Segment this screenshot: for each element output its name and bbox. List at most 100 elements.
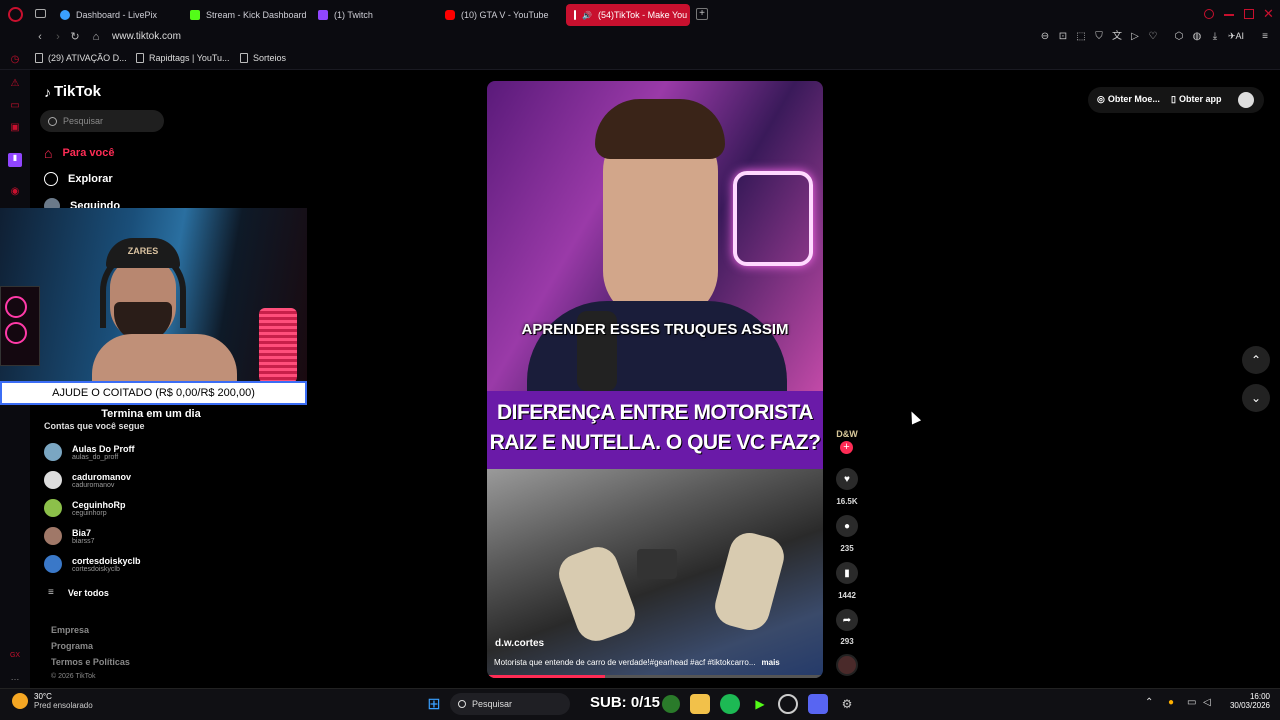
next-video-button[interactable]: ⌄	[1242, 384, 1270, 412]
like-button[interactable]: ♥	[836, 468, 858, 490]
save-button[interactable]: ▮	[836, 562, 858, 584]
footer-company[interactable]: Empresa	[51, 625, 89, 635]
zoom-icon[interactable]: ⊖	[1038, 30, 1052, 44]
comment-button[interactable]: ●	[836, 515, 858, 537]
discord-icon[interactable]	[808, 694, 828, 714]
video-description: Motorista que entende de carro de verdad…	[494, 658, 780, 667]
coin-icon: ◎	[1097, 94, 1105, 104]
forward-icon[interactable]: ›	[51, 30, 65, 44]
bookmark-icon: ▮	[844, 567, 850, 579]
search-tabs-icon[interactable]	[1204, 9, 1214, 19]
extensions-icon[interactable]: ⬡	[1172, 30, 1186, 44]
taskbar-search[interactable]: Pesquisar	[450, 693, 570, 715]
pin-icon[interactable]: ⊡	[1056, 30, 1070, 44]
get-coins-button[interactable]: ◎ Obter Moe...	[1097, 94, 1160, 105]
twitch-icon	[318, 10, 328, 20]
shield-icon[interactable]: ⛉	[1092, 30, 1106, 44]
gx-icon[interactable]: GX	[8, 652, 22, 666]
folder-icon[interactable]	[690, 694, 710, 714]
presenter-hair	[595, 99, 725, 159]
clock[interactable]: 16:00 30/03/2026	[1220, 692, 1270, 710]
footer-program[interactable]: Programa	[51, 641, 93, 651]
get-app-button[interactable]: ▯ Obter app	[1171, 94, 1221, 105]
follow-plus-button[interactable]: +	[840, 441, 853, 454]
wallet-icon[interactable]: ◍	[1190, 30, 1204, 44]
app-icon[interactable]: ▶	[750, 694, 770, 714]
tab-tiktok[interactable]: 🔊 (54)TikTok - Make You	[566, 4, 690, 26]
tab-menu-icon[interactable]	[35, 9, 46, 18]
translate-icon[interactable]: 文	[1110, 30, 1124, 44]
account-item[interactable]: Aulas Do Proff aulas_do_proff	[44, 443, 135, 461]
tab-youtube[interactable]: (10) GTA V - YouTube	[437, 4, 557, 26]
minimize-button[interactable]	[1224, 14, 1234, 16]
opera-gx-icon[interactable]	[778, 694, 798, 714]
account-item[interactable]: CeguinhoRp ceguinhorp	[44, 499, 126, 517]
url-field[interactable]: www.tiktok.com	[112, 31, 181, 42]
bookmark-rapidtags[interactable]: Rapidtags | YouTu...	[136, 53, 230, 63]
account-item[interactable]: Bia7 biarss7	[44, 527, 95, 545]
tab-kick[interactable]: Stream - Kick Dashboard	[182, 4, 315, 26]
donation-goal-bar: AJUDE O COITADO (R$ 0,00/R$ 200,00)	[0, 381, 307, 405]
start-button[interactable]: ⊞	[424, 694, 444, 714]
more-icon[interactable]: …	[8, 672, 22, 686]
previous-video-button[interactable]: ⌃	[1242, 346, 1270, 374]
twitch-side-icon[interactable]: ▮	[8, 153, 22, 167]
video-progress-bar[interactable]	[487, 675, 823, 678]
video-author[interactable]: d.w.cortes	[495, 638, 544, 649]
bookmark-icon	[240, 53, 248, 63]
weather-widget[interactable]: 30°C Pred ensolarado	[12, 692, 93, 710]
play-icon[interactable]: ▷	[1128, 30, 1142, 44]
tab-livepix[interactable]: Dashboard - LivePix	[52, 4, 165, 26]
nav-explore[interactable]: Explorar	[44, 172, 113, 186]
tray-chevron-icon[interactable]: ⌃	[1145, 697, 1153, 708]
share-button[interactable]: ➦	[836, 609, 858, 631]
see-all-link[interactable]: ≡ Ver todos	[44, 587, 109, 598]
chrome-icon[interactable]	[662, 695, 680, 713]
bookmark-icon	[136, 53, 144, 63]
nav-for-you[interactable]: ⌂ Para você	[44, 145, 114, 161]
reload-icon[interactable]: ↻	[68, 30, 82, 44]
tab-twitch[interactable]: (1) Twitch	[310, 4, 381, 26]
heart-icon[interactable]: ♡	[1146, 30, 1160, 44]
mouse-cursor-icon	[906, 409, 922, 425]
instagram-icon[interactable]: ▣	[8, 122, 22, 136]
home-icon[interactable]: ⌂	[89, 30, 103, 44]
new-tab-button[interactable]: +	[696, 8, 708, 20]
video-player[interactable]: APRENDER ESSES TRUQUES ASSIM DIFERENÇA E…	[487, 81, 823, 678]
mic-icon[interactable]: ●	[1168, 697, 1174, 708]
presenter-body	[527, 301, 787, 401]
player-icon[interactable]: ◉	[8, 186, 22, 200]
more-link[interactable]: mais	[762, 658, 780, 667]
back-icon[interactable]: ‹	[33, 30, 47, 44]
heart-icon: ♥	[844, 473, 850, 485]
aria-icon[interactable]: ⚠	[8, 78, 22, 92]
like-count: 16.5K	[836, 497, 858, 506]
footer-terms[interactable]: Termos e Políticas	[51, 657, 130, 667]
music-disc[interactable]	[836, 654, 858, 676]
bookmark-sorteios[interactable]: Sorteios	[240, 53, 286, 63]
search-input[interactable]: Pesquisar	[40, 110, 164, 132]
menu-icon[interactable]: ≡	[1258, 30, 1272, 44]
aria-ai-button[interactable]: ✈AI	[1228, 31, 1244, 42]
account-item[interactable]: cortesdoiskyclb cortesdoiskyclb	[44, 555, 141, 573]
bookmark-ativacao[interactable]: (29) ATIVAÇÃO D...	[35, 53, 127, 63]
messenger-icon[interactable]: ▭	[8, 100, 22, 114]
profile-avatar[interactable]	[1238, 92, 1254, 108]
tiktok-logo[interactable]: ♪ TikTok	[44, 83, 101, 100]
close-button[interactable]: ✕	[1263, 6, 1274, 22]
account-item[interactable]: caduromanov caduromanov	[44, 471, 131, 489]
chevron-down-icon: ⌄	[1250, 391, 1262, 405]
spotify-icon[interactable]	[720, 694, 740, 714]
maximize-button[interactable]	[1244, 9, 1254, 19]
network-icon[interactable]: ▭	[1187, 697, 1196, 708]
search-icon	[48, 116, 57, 126]
volume-icon[interactable]: ◁	[1203, 697, 1211, 708]
download-icon[interactable]: ⤓	[1208, 30, 1222, 44]
avatar	[44, 443, 62, 461]
sub-counter: SUB: 0/15	[590, 694, 661, 711]
opera-logo-icon[interactable]	[8, 7, 23, 22]
speaker-icon[interactable]: 🔊	[582, 11, 592, 20]
settings-icon[interactable]: ⚙	[837, 694, 857, 714]
history-icon[interactable]: ◷	[8, 54, 22, 68]
snapshot-icon[interactable]: ⬚	[1074, 30, 1088, 44]
